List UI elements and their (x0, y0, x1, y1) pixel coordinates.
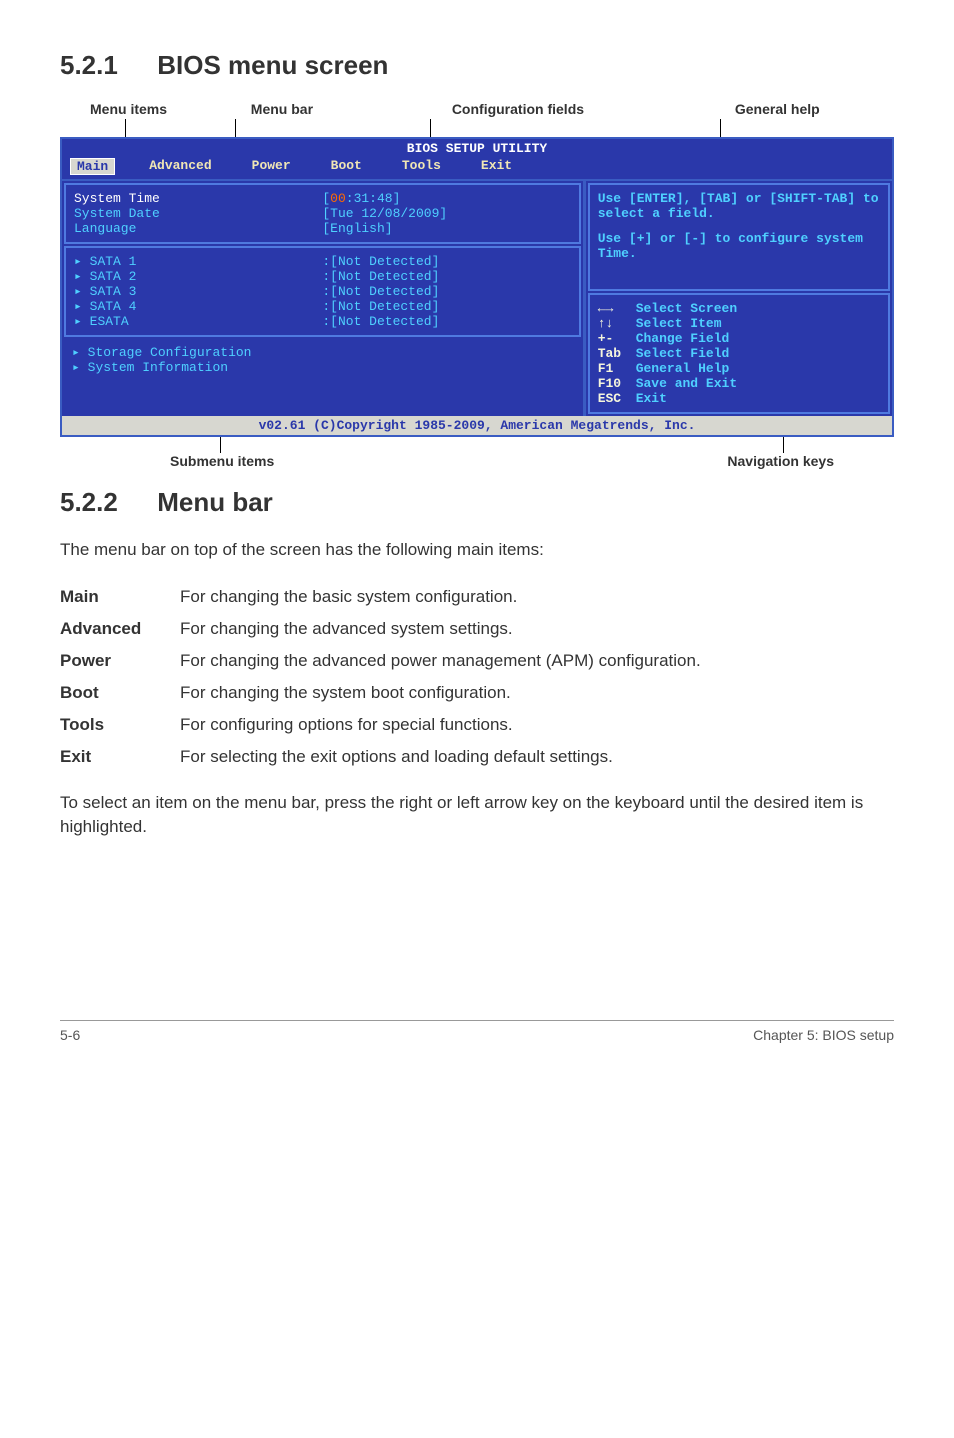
bios-plain-items: Storage Configuration System Information (62, 339, 583, 393)
footer-page-number: 5-6 (60, 1027, 80, 1043)
nav-key-plusminus: +- (598, 331, 636, 346)
label-general-help: General help (661, 101, 894, 117)
sata2-value: :[Not Detected] (322, 269, 570, 284)
bottom-stems (100, 437, 854, 453)
section-heading-2: 5.2.2 Menu bar (60, 487, 894, 518)
label-menu-items: Menu items (60, 101, 251, 117)
table-row: AdvancedFor changing the advanced system… (60, 613, 715, 645)
nav-key-f10: F10 (598, 376, 636, 391)
nav-desc-save: Save and Exit (636, 376, 737, 391)
bios-tab-advanced[interactable]: Advanced (143, 158, 217, 175)
nav-desc-help: General Help (636, 361, 730, 376)
table-row: MainFor changing the basic system config… (60, 581, 715, 613)
label-submenu-items: Submenu items (170, 453, 274, 469)
def-term-exit: Exit (60, 741, 180, 773)
page-footer: 5-6 Chapter 5: BIOS setup (60, 1020, 894, 1043)
sata4-item[interactable]: SATA 4 (74, 299, 322, 314)
def-desc-tools: For configuring options for special func… (180, 709, 715, 741)
menu-defs-table: MainFor changing the basic system config… (60, 581, 715, 773)
table-row: BootFor changing the system boot configu… (60, 677, 715, 709)
label-config-fields: Configuration fields (375, 101, 660, 117)
def-term-advanced: Advanced (60, 613, 180, 645)
sata3-value: :[Not Detected] (322, 284, 570, 299)
section-heading-1: 5.2.1 BIOS menu screen (60, 50, 894, 81)
label-nav-keys: Navigation keys (727, 453, 834, 469)
def-desc-exit: For selecting the exit options and loadi… (180, 741, 715, 773)
nav-key-arrows-lr: ←→ (598, 301, 636, 316)
bios-group-system: System Time [00:31:48] System Date [Tue … (64, 183, 581, 244)
def-desc-boot: For changing the system boot configurati… (180, 677, 715, 709)
bios-tab-tools[interactable]: Tools (396, 158, 447, 175)
bios-help-line2: Use [+] or [-] to configure system Time. (598, 231, 880, 261)
language-label[interactable]: Language (74, 221, 322, 236)
def-term-boot: Boot (60, 677, 180, 709)
sata1-value: :[Not Detected] (322, 254, 570, 269)
closing-paragraph: To select an item on the menu bar, press… (60, 791, 894, 840)
def-term-main: Main (60, 581, 180, 613)
table-row: PowerFor changing the advanced power man… (60, 645, 715, 677)
bios-tab-power[interactable]: Power (246, 158, 297, 175)
system-date-label[interactable]: System Date (74, 206, 322, 221)
language-value[interactable]: [English] (322, 221, 570, 236)
bios-right-pane: Use [ENTER], [TAB] or [SHIFT-TAB] to sel… (586, 181, 892, 416)
section-title: BIOS menu screen (157, 50, 388, 80)
nav-key-arrows-ud: ↑↓ (598, 316, 636, 331)
nav-key-tab: Tab (598, 346, 636, 361)
bios-left-pane: System Time [00:31:48] System Date [Tue … (62, 181, 586, 416)
menubar-intro: The menu bar on top of the screen has th… (60, 538, 894, 563)
system-time-value[interactable]: [00:31:48] (322, 191, 570, 206)
bios-nav-box: ←→Select Screen ↑↓Select Item +-Change F… (588, 293, 890, 414)
table-row: ExitFor selecting the exit options and l… (60, 741, 715, 773)
bios-group-sata: SATA 1:[Not Detected] SATA 2:[Not Detect… (64, 246, 581, 337)
top-label-row: Menu items Menu bar Configuration fields… (60, 101, 894, 117)
nav-desc-screen: Select Screen (636, 301, 737, 316)
sata2-item[interactable]: SATA 2 (74, 269, 322, 284)
section-number-2: 5.2.2 (60, 487, 150, 518)
nav-desc-field: Select Field (636, 346, 730, 361)
def-desc-main: For changing the basic system configurat… (180, 581, 715, 613)
bios-tab-main[interactable]: Main (70, 158, 115, 175)
sata4-value: :[Not Detected] (322, 299, 570, 314)
esata-item[interactable]: ESATA (74, 314, 322, 329)
bios-tab-boot[interactable]: Boot (325, 158, 368, 175)
def-term-power: Power (60, 645, 180, 677)
section-title-2: Menu bar (157, 487, 273, 517)
system-time-label[interactable]: System Time (74, 191, 322, 206)
bios-help-line1: Use [ENTER], [TAB] or [SHIFT-TAB] to sel… (598, 191, 880, 221)
bios-help-box: Use [ENTER], [TAB] or [SHIFT-TAB] to sel… (588, 183, 890, 291)
def-desc-advanced: For changing the advanced system setting… (180, 613, 715, 645)
bios-tabs: Main Advanced Power Boot Tools Exit (62, 158, 892, 179)
bottom-label-row: Submenu items Navigation keys (100, 453, 854, 469)
system-date-value[interactable]: [Tue 12/08/2009] (322, 206, 570, 221)
section-number: 5.2.1 (60, 50, 150, 81)
esata-value: :[Not Detected] (322, 314, 570, 329)
def-desc-power: For changing the advanced power manageme… (180, 645, 715, 677)
nav-key-esc: ESC (598, 391, 636, 406)
storage-config-item[interactable]: Storage Configuration (72, 345, 573, 360)
nav-desc-item: Select Item (636, 316, 722, 331)
def-term-tools: Tools (60, 709, 180, 741)
nav-desc-exit: Exit (636, 391, 667, 406)
bios-screenshot: BIOS SETUP UTILITY Main Advanced Power B… (60, 137, 894, 437)
nav-key-f1: F1 (598, 361, 636, 376)
bios-tab-exit[interactable]: Exit (475, 158, 518, 175)
nav-desc-change: Change Field (636, 331, 730, 346)
bios-title: BIOS SETUP UTILITY (62, 139, 892, 158)
sata3-item[interactable]: SATA 3 (74, 284, 322, 299)
label-menu-bar: Menu bar (251, 101, 375, 117)
system-info-item[interactable]: System Information (72, 360, 573, 375)
bios-copyright: v02.61 (C)Copyright 1985-2009, American … (62, 416, 892, 435)
table-row: ToolsFor configuring options for special… (60, 709, 715, 741)
top-stems (60, 119, 894, 137)
footer-chapter: Chapter 5: BIOS setup (753, 1027, 894, 1043)
sata1-item[interactable]: SATA 1 (74, 254, 322, 269)
